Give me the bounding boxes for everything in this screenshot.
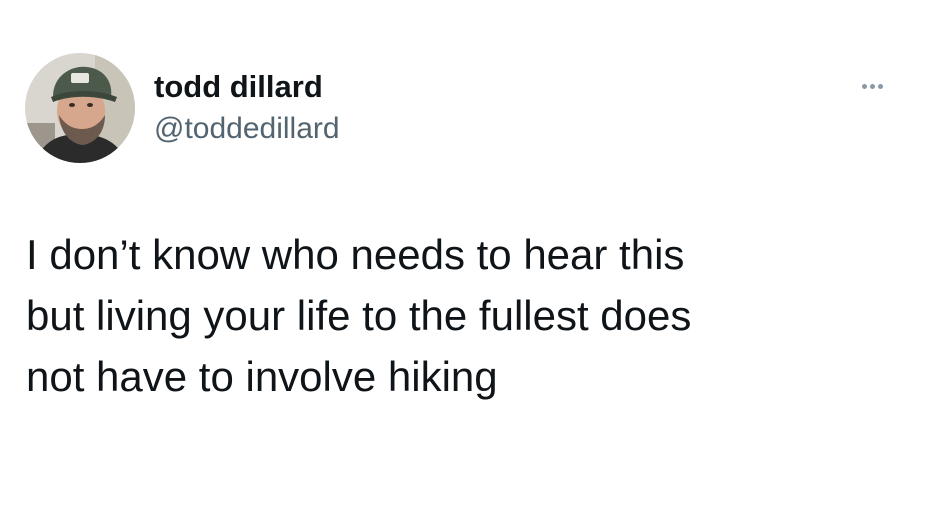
ellipsis-icon xyxy=(869,83,875,89)
avatar[interactable] xyxy=(25,53,135,163)
avatar-photo-icon xyxy=(25,53,135,163)
author-display-name[interactable]: todd dillard xyxy=(154,69,323,105)
ellipsis-icon xyxy=(877,83,883,89)
tweet-card: todd dillard @toddedillard I don’t know … xyxy=(0,0,926,516)
more-options-button[interactable] xyxy=(852,74,892,98)
ellipsis-icon xyxy=(861,83,867,89)
author-handle[interactable]: @toddedillard xyxy=(154,111,340,147)
tweet-body-text: I don’t know who needs to hear this but … xyxy=(26,231,692,400)
